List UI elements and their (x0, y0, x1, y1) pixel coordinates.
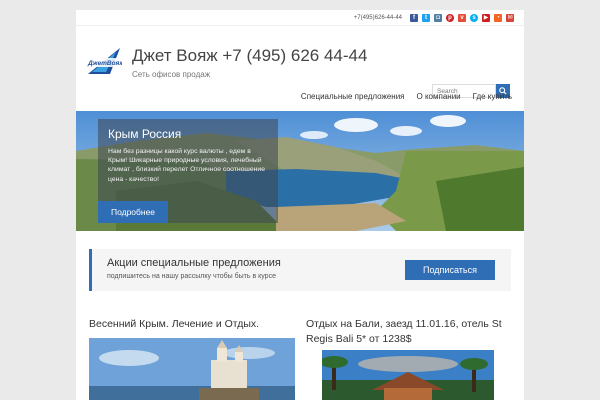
pinterest-icon[interactable]: p (446, 13, 454, 22)
nav-item-about[interactable]: О компании (417, 92, 461, 101)
top-phone: +7(495)626-44-44 (353, 14, 402, 21)
promo-box: Акции специальные предложения подпишитес… (89, 249, 511, 291)
slide-text: Нам без разницы какой курс валюты , едем… (108, 148, 265, 183)
social-links: f t ◘ p v s ▶ ◔ ✉ (410, 13, 514, 22)
site-logo[interactable]: ДжетВояж (86, 44, 122, 78)
nav-item-special-offers[interactable]: Специальные предложения (301, 92, 405, 101)
post-thumbnail[interactable] (89, 338, 295, 400)
post-title[interactable]: Весенний Крым. Лечение и Отдых. (89, 317, 289, 332)
site-title[interactable]: Джет Вояж +7 (495) 626 44-44 (132, 46, 367, 66)
hero-slider: Крым Россия Нам без разницы какой курс в… (76, 111, 524, 231)
main-nav: Специальные предложения О компании Где к… (301, 92, 512, 101)
slide-title: Крым Россия (108, 127, 182, 141)
top-bar: +7(495)626-44-44 f t ◘ p v s ▶ ◔ ✉ (76, 10, 524, 26)
post-title[interactable]: Отдых на Бали, заезд 11.01.16, отель St … (306, 317, 516, 346)
twitter-icon[interactable]: t (422, 13, 430, 22)
facebook-icon[interactable]: f (410, 13, 418, 22)
site-tagline: Сеть офисов продаж (132, 70, 211, 79)
subscribe-button[interactable]: Подписаться (405, 260, 495, 280)
vk-icon[interactable]: v (458, 13, 466, 22)
mail-icon[interactable]: ✉ (506, 13, 514, 22)
instagram-icon[interactable]: ◘ (434, 13, 442, 22)
post-thumbnail[interactable] (322, 350, 494, 400)
rss-icon[interactable]: ◔ (494, 13, 502, 22)
nav-item-where-to-buy[interactable]: Где купить (473, 92, 512, 101)
slide-caption: Крым Россия Нам без разницы какой курс в… (98, 119, 278, 223)
skype-icon[interactable]: s (470, 13, 478, 22)
page-container: +7(495)626-44-44 f t ◘ p v s ▶ ◔ ✉ ДжетВ… (76, 10, 524, 400)
promo-title: Акции специальные предложения (107, 257, 281, 269)
more-button[interactable]: Подробнее (98, 201, 168, 223)
promo-subtitle: подпишитесь на нашу рассылку чтобы быть … (107, 273, 276, 280)
svg-text:ДжетВояж: ДжетВояж (87, 60, 122, 67)
youtube-icon[interactable]: ▶ (482, 13, 490, 22)
